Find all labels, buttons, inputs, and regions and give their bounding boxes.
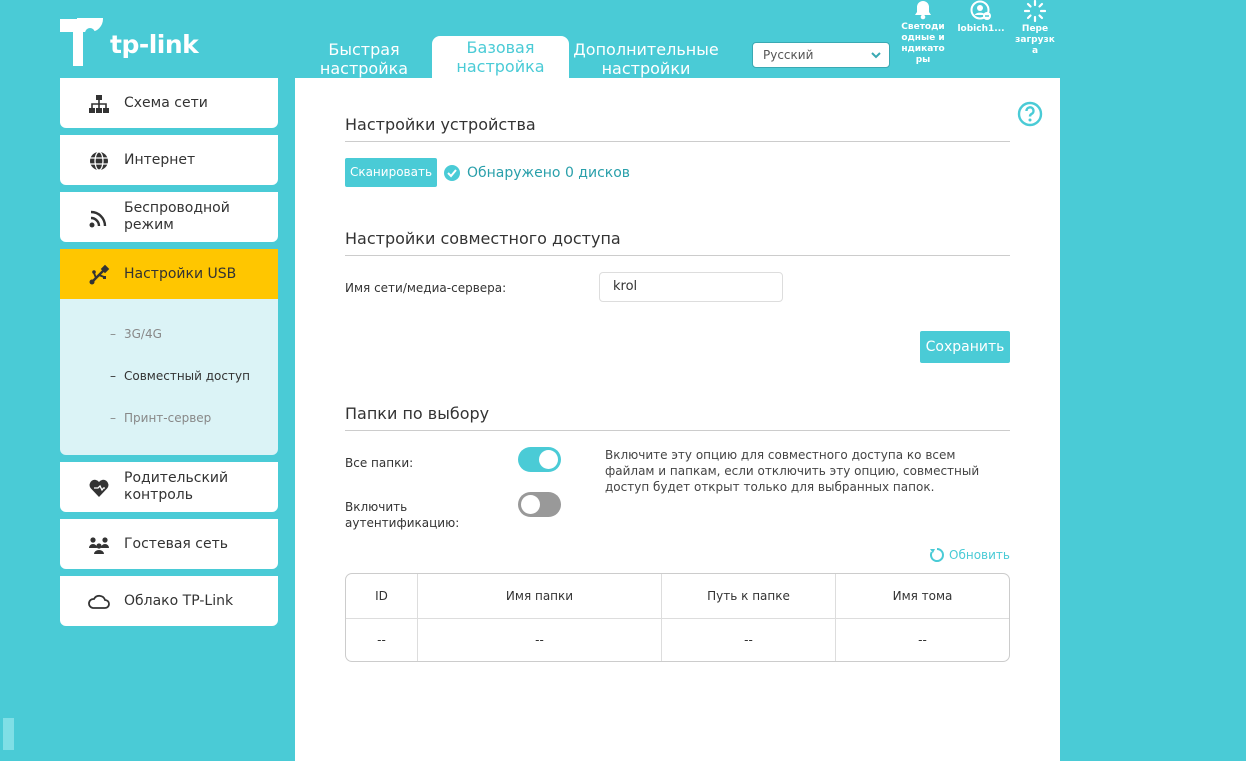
bell-icon: [915, 1, 931, 20]
tab-basic-line1: Базовая: [466, 38, 535, 57]
reboot-button[interactable]: Пере загрузк а: [1015, 0, 1055, 57]
usb-icon: [89, 264, 110, 285]
tab-quick-setup-line2: настройка: [319, 59, 409, 78]
tab-basic[interactable]: Базовая настройка: [432, 36, 569, 80]
disk-status: Обнаружено 0 дисков: [467, 165, 631, 181]
cell-id: --: [346, 618, 418, 661]
user-icon: [970, 0, 991, 20]
parental-heart-icon: [89, 479, 109, 497]
sidebar-item-label: Облако TP-Link: [124, 592, 234, 609]
divider: [345, 430, 1010, 431]
globe-icon: [90, 151, 108, 171]
account-button[interactable]: lobich1...: [955, 0, 1007, 35]
usb-submenu: –3G/4G – Совместный доступ – Принт-сервер: [60, 299, 278, 455]
save-button[interactable]: Сохранить: [920, 331, 1010, 363]
edge-handle: [3, 718, 14, 750]
led-label: Светоди одные и ндикато ры: [901, 22, 945, 65]
guest-network-icon: [89, 537, 109, 554]
table-header-row: ID Имя папки Путь к папке Имя тома: [346, 574, 1009, 619]
refresh-label: Обновить: [949, 548, 1010, 562]
language-select[interactable]: Русский: [752, 42, 890, 68]
device-settings-title: Настройки устройства: [345, 115, 536, 134]
tab-advanced[interactable]: Дополнительные настройки: [572, 40, 720, 78]
server-name-input[interactable]: krol: [599, 272, 783, 302]
refresh-button[interactable]: Обновить: [929, 547, 1010, 563]
sidebar-item-label: Родительский контроль: [124, 470, 229, 503]
header-folder-name: Имя папки: [418, 574, 662, 618]
network-map-icon: [89, 95, 109, 113]
sidebar-item-label: Схема сети: [124, 94, 208, 111]
submenu-item-sharing[interactable]: – Совместный доступ: [110, 369, 250, 383]
sidebar-item-parental-control[interactable]: Родительский контроль: [60, 462, 278, 512]
cloud-icon: [88, 594, 110, 609]
cell-volume-name: --: [918, 633, 927, 647]
sidebar-item-label: Беспроводной режим: [124, 200, 230, 233]
tab-advanced-line2: настройки: [601, 59, 691, 78]
reboot-label: Пере загрузк а: [1015, 24, 1055, 56]
account-label: lobich1...: [957, 24, 1005, 34]
brand-name: tp-link: [110, 30, 199, 59]
cell-folder-path: --: [662, 618, 836, 661]
sidebar-item-guest-network[interactable]: Гостевая сеть: [60, 519, 278, 569]
divider: [345, 255, 1010, 256]
submenu-label: Принт-сервер: [124, 411, 212, 425]
toggle-knob: [521, 495, 540, 514]
led-button[interactable]: Светоди одные и ндикато ры: [899, 0, 947, 66]
sidebar-item-network-map[interactable]: Схема сети: [60, 78, 278, 128]
submenu-dash: –: [110, 411, 116, 425]
all-folders-toggle[interactable]: [518, 447, 561, 472]
tab-basic-line2: настройка: [456, 57, 545, 76]
check-circle-icon: [444, 165, 460, 181]
chevron-down-icon: [871, 52, 881, 59]
cell-folder-name: --: [418, 618, 662, 661]
all-folders-label: Все папки:: [345, 456, 414, 470]
sidebar-item-usb[interactable]: Настройки USB: [60, 249, 278, 299]
header-id: ID: [346, 574, 418, 618]
scan-button[interactable]: Сканировать: [345, 158, 437, 187]
sidebar-item-label: Интернет: [124, 151, 196, 168]
tab-advanced-line1: Дополнительные: [573, 40, 719, 59]
header-folder-path: Путь к папке: [662, 574, 836, 618]
tab-quick-setup-line1: Быстрая: [328, 40, 400, 59]
help-icon[interactable]: [1017, 101, 1043, 127]
table-row: -- -- -- --: [346, 618, 1009, 661]
submenu-label: 3G/4G: [124, 327, 162, 341]
server-name-label: Имя сети/медиа-сервера:: [345, 281, 507, 295]
header-volume-name: Имя тома: [892, 589, 953, 603]
language-value: Русский: [763, 48, 814, 62]
folders-table: ID Имя папки Путь к папке Имя тома -- --…: [345, 573, 1010, 662]
refresh-icon: [930, 548, 944, 562]
sidebar-item-wireless[interactable]: Беспроводной режим: [60, 192, 278, 242]
reboot-icon: [1024, 0, 1046, 22]
sidebar-item-internet[interactable]: Интернет: [60, 135, 278, 185]
tab-quick-setup[interactable]: Быстрая настройка: [315, 40, 413, 78]
submenu-dash: –: [110, 327, 116, 341]
auth-label: Включить аутентификацию:: [345, 500, 460, 530]
all-folders-description: Включите эту опцию для совместного досту…: [605, 448, 980, 494]
wireless-icon: [89, 210, 107, 228]
sidebar-item-cloud[interactable]: Облако TP-Link: [60, 576, 278, 626]
submenu-dash: –: [110, 369, 116, 383]
divider: [345, 141, 1010, 142]
sharing-settings-title: Настройки совместного доступа: [345, 229, 621, 248]
sidebar-item-label: Настройки USB: [124, 265, 237, 282]
sidebar-item-label: Гостевая сеть: [124, 535, 228, 552]
submenu-label: Совместный доступ: [124, 369, 250, 383]
submenu-item-print-server[interactable]: – Принт-сервер: [110, 411, 211, 425]
toggle-knob: [539, 450, 558, 469]
folders-title: Папки по выбору: [345, 404, 490, 423]
submenu-item-3g4g[interactable]: –3G/4G: [110, 327, 162, 341]
auth-toggle[interactable]: [518, 492, 561, 517]
